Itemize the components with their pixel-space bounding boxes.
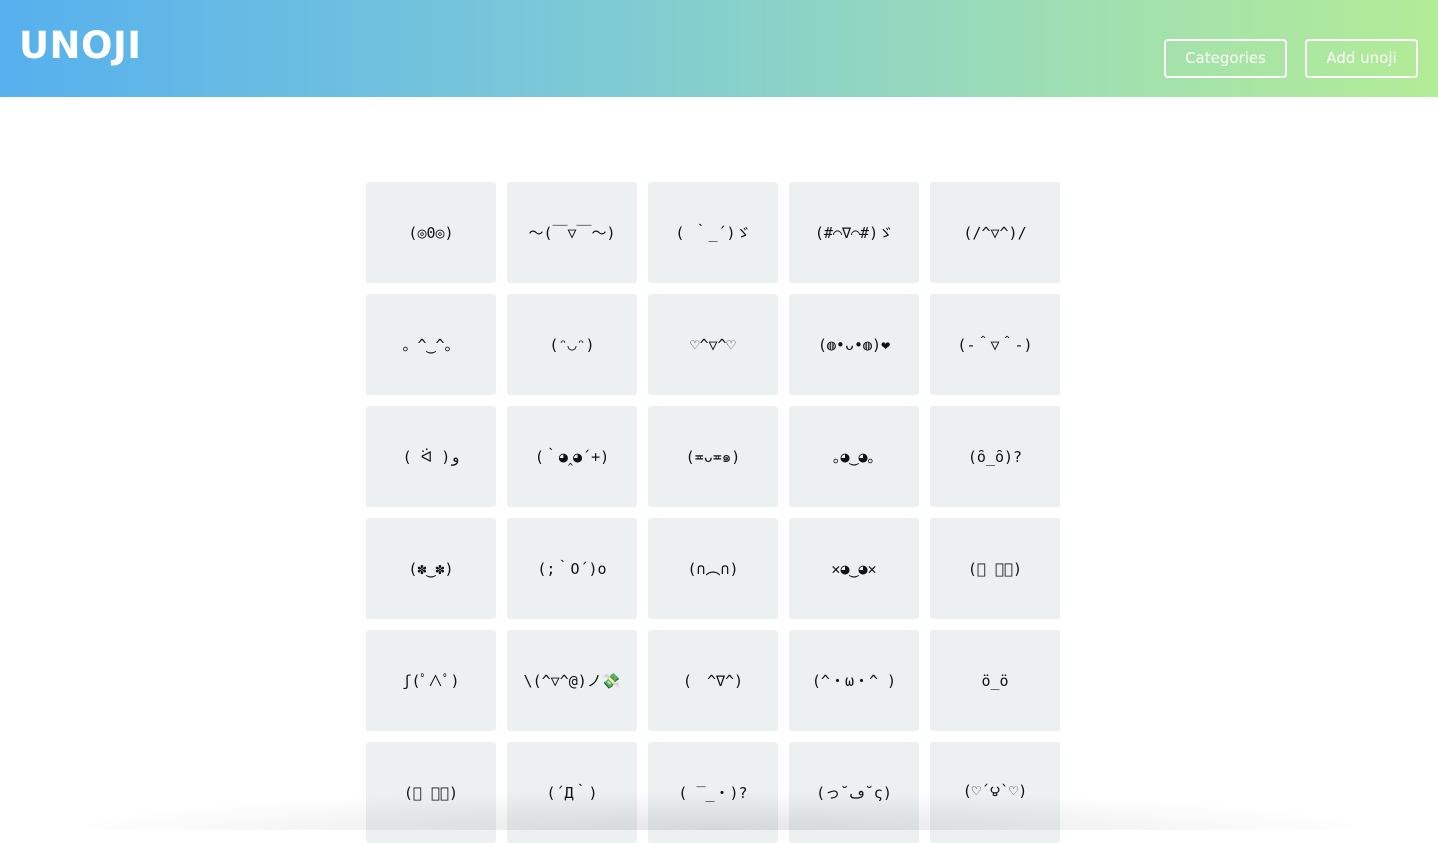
- unoji-card[interactable]: (-＾▽＾-): [930, 294, 1060, 395]
- unoji-card[interactable]: (◍•ᴗ•◍)❤: [789, 294, 919, 395]
- unoji-card[interactable]: ʃ(ﾟ∧ﾟ): [366, 630, 496, 731]
- unoji-card[interactable]: (ᵔ◡ᵔ): [507, 294, 637, 395]
- unoji-card[interactable]: ö_ö: [930, 630, 1060, 731]
- unoji-card[interactable]: \(^▽^@)ノ💸: [507, 630, 637, 731]
- unoji-card[interactable]: (◎0◎): [366, 182, 496, 283]
- unoji-card[interactable]: (っ˘ڡ˘ς): [789, 742, 919, 843]
- site-logo[interactable]: UNOJI: [19, 22, 142, 70]
- unoji-card[interactable]: ｡◕‿◕｡: [789, 406, 919, 507]
- unoji-card[interactable]: ♡^▽^♡: [648, 294, 778, 395]
- unoji-card[interactable]: (^・ω・^ ): [789, 630, 919, 731]
- top-header: UNOJI Categories Add unoji: [0, 0, 1438, 97]
- unoji-card[interactable]: ( ‾_・)?: [648, 742, 778, 843]
- unoji-grid: (◎0◎) ～(￣▽￣～) ( ｀_´)ゞ (#⌒∇⌒#)ゞ (/^▽^)/ 。…: [366, 182, 1060, 843]
- unoji-card[interactable]: (´Д｀): [507, 742, 637, 843]
- unoji-card[interactable]: (ȏ_ȏ)?: [930, 406, 1060, 507]
- unoji-card[interactable]: ✕◕‿◕✕: [789, 518, 919, 619]
- unoji-card[interactable]: (✽‿✽): [366, 518, 496, 619]
- unoji-card[interactable]: ( ^∇^): [648, 630, 778, 731]
- unoji-card[interactable]: (ﾟ ーﾟ): [366, 742, 496, 843]
- unoji-card[interactable]: (#⌒∇⌒#)ゞ: [789, 182, 919, 283]
- categories-button[interactable]: Categories: [1164, 39, 1287, 78]
- unoji-card[interactable]: (≖ᴗ≖๑): [648, 406, 778, 507]
- unoji-card[interactable]: 。^‿^。: [366, 294, 496, 395]
- unoji-card[interactable]: (;｀O´)o: [507, 518, 637, 619]
- unoji-card[interactable]: (♡´౪`♡): [930, 742, 1060, 843]
- add-unoji-button[interactable]: Add unoji: [1305, 39, 1418, 78]
- unoji-card[interactable]: (ﾟ ｡ﾟ): [930, 518, 1060, 619]
- unoji-card[interactable]: ～(￣▽￣～): [507, 182, 637, 283]
- unoji-card[interactable]: ( ᐛ )و: [366, 406, 496, 507]
- unoji-card[interactable]: ( ｀_´)ゞ: [648, 182, 778, 283]
- unoji-card[interactable]: (∩︵∩): [648, 518, 778, 619]
- unoji-card[interactable]: (/^▽^)/: [930, 182, 1060, 283]
- unoji-card[interactable]: (｀◕‸◕´+): [507, 406, 637, 507]
